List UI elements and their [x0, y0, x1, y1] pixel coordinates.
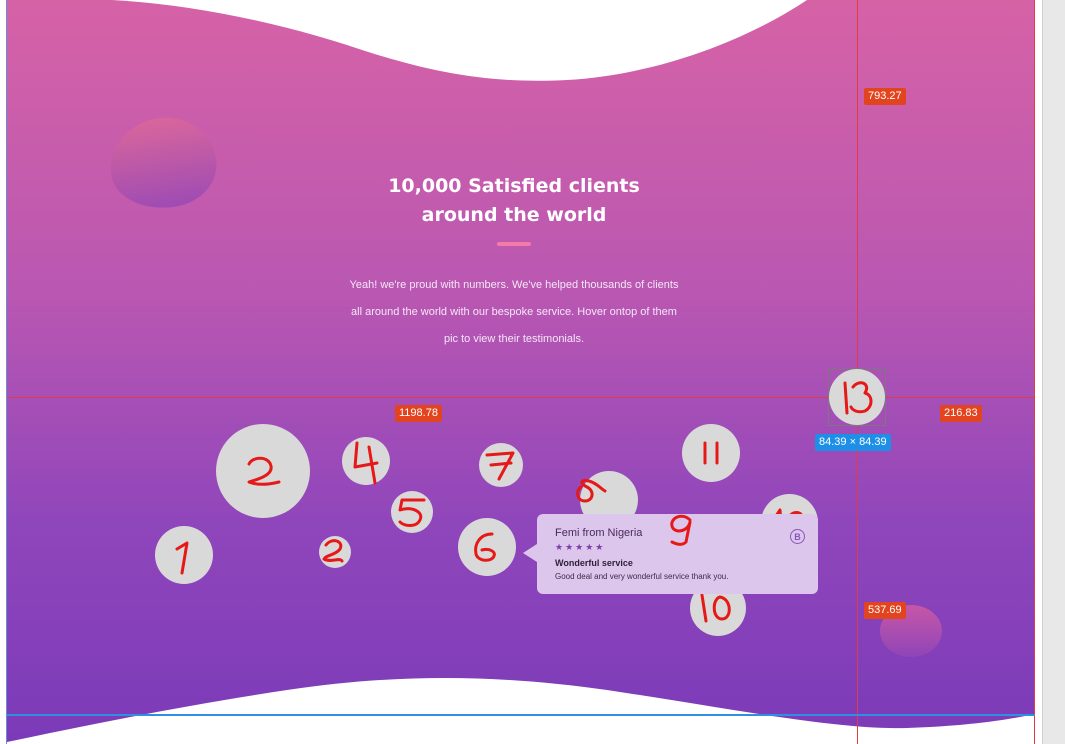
client-avatar[interactable]	[391, 491, 433, 533]
annotation-number	[485, 451, 515, 481]
rating-stars: ★★★★★	[555, 542, 606, 552]
annotation-number	[576, 479, 607, 503]
bitcoin-icon: B	[790, 529, 805, 544]
title-line: around the world	[421, 204, 607, 226]
client-avatar[interactable]	[155, 526, 213, 584]
guide-line	[1034, 0, 1035, 744]
scrollbar[interactable]	[1043, 0, 1065, 744]
description-line: pic to view their testimonials.	[444, 333, 584, 345]
title-underline	[497, 242, 531, 246]
guide-line	[7, 714, 1035, 716]
annotation-number	[175, 541, 189, 575]
description-line: Yeah! we're proud with numbers. We've he…	[349, 279, 679, 291]
testimonial-author: Femi from Nigeria	[555, 527, 643, 539]
selection-box	[828, 368, 886, 426]
measure-tag: 537.69	[864, 602, 906, 619]
annotation-number	[670, 514, 692, 546]
measure-tag: 1198.78	[395, 405, 442, 422]
annotation-number	[398, 498, 426, 527]
client-avatar[interactable]	[479, 443, 523, 487]
client-avatar[interactable]	[458, 518, 516, 576]
annotation-number	[703, 441, 719, 465]
measure-tag: 793.27	[864, 88, 906, 105]
title-line: 10,000 Satisfied clients	[388, 175, 640, 197]
guide-line	[6, 0, 7, 744]
client-avatar[interactable]	[319, 536, 351, 568]
description-line: all around the world with our bespoke se…	[351, 306, 677, 318]
section-title: 10,000 Satisfied clients around the worl…	[0, 172, 1028, 230]
annotation-number	[700, 593, 731, 623]
annotation-number	[474, 532, 496, 562]
measure-tag: 216.83	[940, 405, 982, 422]
client-avatar[interactable]	[682, 424, 740, 482]
size-tag: 84.39 × 84.39	[815, 434, 891, 451]
annotation-number	[353, 441, 379, 485]
testimonial-body: Good deal and very wonderful service tha…	[555, 572, 729, 581]
client-avatar[interactable]	[216, 424, 310, 518]
annotation-number	[247, 456, 281, 486]
testimonial-title: Wonderful service	[555, 558, 633, 568]
section-description: Yeah! we're proud with numbers. We've he…	[320, 272, 708, 353]
client-avatar[interactable]	[342, 437, 390, 485]
annotation-number	[322, 539, 344, 563]
